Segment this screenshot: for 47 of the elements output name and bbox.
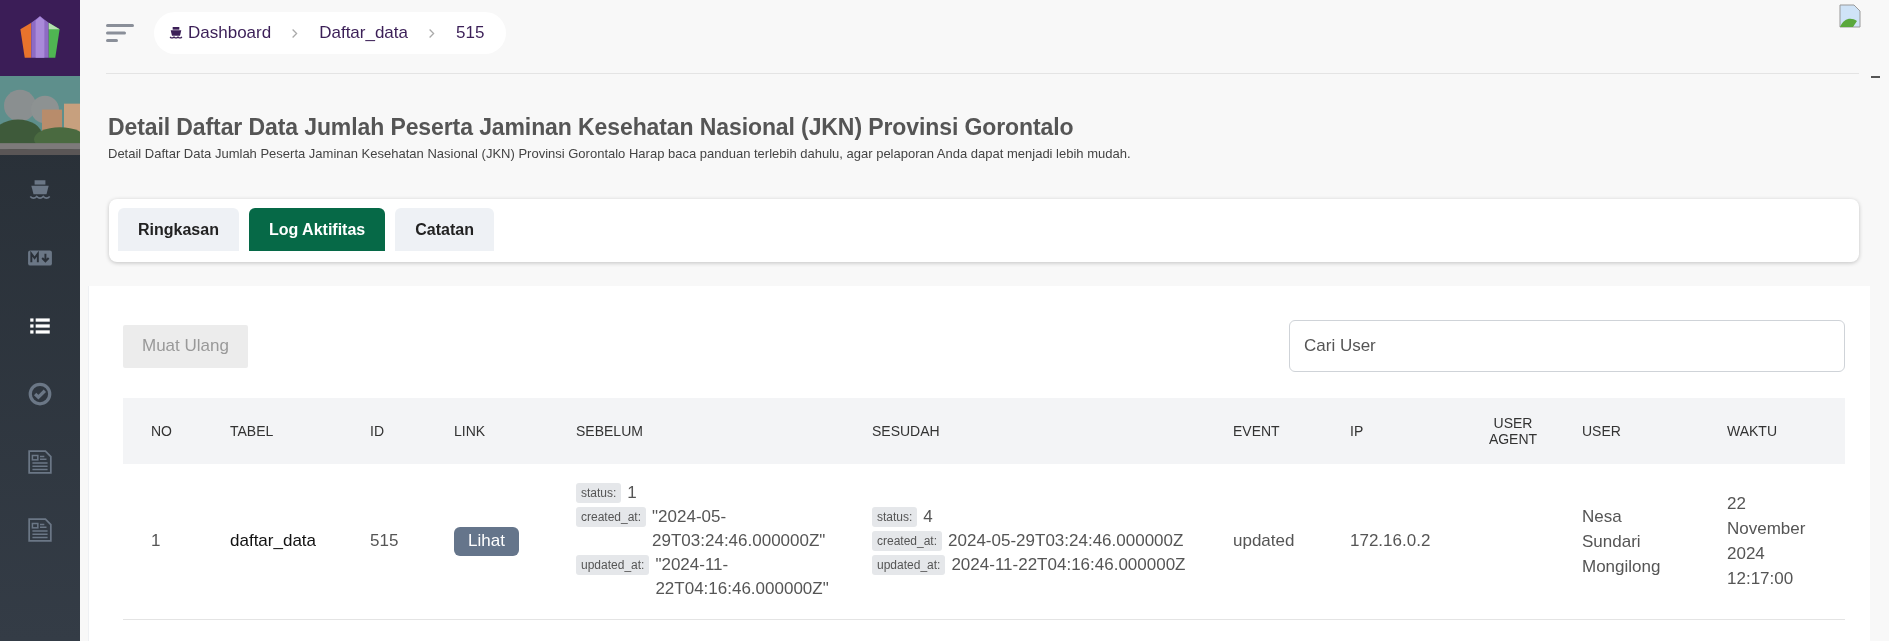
column-header: USER <box>1582 423 1621 439</box>
column-header: WAKTU <box>1727 423 1778 439</box>
table-cell: 1 <box>151 531 161 551</box>
broken-image-icon[interactable] <box>1839 4 1861 28</box>
field-value: 2024-11-22T04:16:46.000000Z <box>951 554 1186 577</box>
table-cell-text: Nesa Sundari Mongilong <box>1582 505 1662 578</box>
column-header: SESUDAH <box>872 423 940 439</box>
table-cell: 172.16.0.2 <box>1350 531 1431 551</box>
field-value: 2024-05-29T03:24:46.000000Z <box>948 530 1184 553</box>
field-tag: updated_at: <box>576 555 650 576</box>
column-header: ID <box>370 423 384 439</box>
chevron-right-icon <box>428 27 436 39</box>
document-icon[interactable] <box>27 517 53 543</box>
field-tag: status: <box>872 507 918 528</box>
breadcrumb-link[interactable]: Daftar_data <box>319 23 408 43</box>
column-header: SEBELUM <box>576 423 643 439</box>
table-cell-text: 22 November 2024 12:17:00 <box>1727 493 1807 591</box>
page-subtitle: Detail Daftar Data Jumlah Peserta Jaminan Kesehatan Nasional (JKN) Provinsi Gorontalo Harap baca panduan terlebih dahulu, agar pelaporan Anda dapat menjadi lebih mudah. <box>108 146 1132 161</box>
column-header: EVENT <box>1233 423 1280 439</box>
column-header: NO <box>151 423 172 439</box>
tab[interactable]: Ringkasan <box>118 208 239 251</box>
field-value: 1 <box>627 482 638 505</box>
column-header: USER AGENT <box>1487 415 1539 447</box>
ship-icon <box>168 25 184 41</box>
field-tag: created_at: <box>576 507 647 528</box>
field-tag: created_at: <box>872 531 943 552</box>
table-cell: updated <box>1233 531 1295 551</box>
tab[interactable]: Catatan <box>395 208 494 251</box>
menu-icon[interactable] <box>106 23 134 43</box>
table-cell: 515 <box>370 531 399 551</box>
field-value: "2024-05-29T03:24:46.000000Z" <box>652 506 827 553</box>
tab[interactable]: Log Aktifitas <box>248 208 386 251</box>
column-header: IP <box>1350 423 1364 439</box>
column-header: TABEL <box>230 423 274 439</box>
field-value: "2024-11-22T04:16:46.000000Z" <box>655 554 830 601</box>
table-cell: daftar_data <box>230 531 316 551</box>
check-circle-icon[interactable] <box>27 381 53 407</box>
breadcrumb-link[interactable]: Dashboard <box>188 23 272 43</box>
column-header: LINK <box>454 423 486 439</box>
search-field[interactable]: Cari User <box>1289 320 1845 372</box>
page-title: Detail Daftar Data Jumlah Peserta Jaminan Kesehatan Nasional (JKN) Provinsi Gorontalo <box>108 114 1075 141</box>
field-tag: updated_at: <box>872 555 946 576</box>
field-value: 4 <box>923 506 933 529</box>
chevron-right-icon <box>291 27 300 39</box>
document-icon[interactable] <box>27 449 53 475</box>
view-button[interactable]: Lihat <box>454 526 519 556</box>
field-tag: status: <box>576 483 622 504</box>
